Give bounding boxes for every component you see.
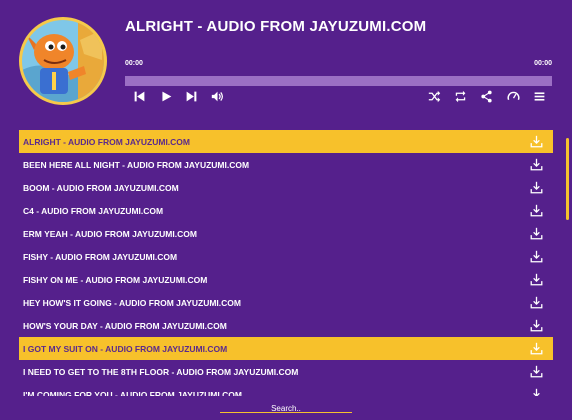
playlist-item-title: ALRIGHT - AUDIO FROM JAYUZUMI.COM [23, 136, 191, 147]
playlist-item-title: I GOT MY SUIT ON - AUDIO FROM JAYUZUMI.C… [23, 343, 228, 354]
playlist-item-title: ERM YEAH - AUDIO FROM JAYUZUMI.COM [23, 228, 197, 239]
next-button[interactable] [184, 89, 198, 103]
playlist-item[interactable]: FISHY - AUDIO FROM JAYUZUMI.COM [19, 245, 553, 268]
playlist-item-title: C4 - AUDIO FROM JAYUZUMI.COM [23, 205, 164, 216]
playlist-item-title: HEY HOW'S IT GOING - AUDIO FROM JAYUZUMI… [23, 297, 241, 308]
search-box [220, 398, 352, 416]
playlist-item-title: I NEED TO GET TO THE 8TH FLOOR - AUDIO F… [23, 366, 299, 377]
playlist-item[interactable]: HOW'S YOUR DAY - AUDIO FROM JAYUZUMI.COM [19, 314, 553, 337]
play-button[interactable] [159, 89, 173, 103]
download-icon[interactable] [530, 227, 543, 240]
shuffle-button[interactable] [427, 89, 441, 103]
current-time: 00:00 [125, 60, 143, 67]
playlist-menu-button[interactable] [532, 89, 546, 103]
download-icon[interactable] [530, 296, 543, 309]
playlist-item-title: BEEN HERE ALL NIGHT - AUDIO FROM JAYUZUM… [23, 159, 250, 170]
playlist-item-title: FISHY - AUDIO FROM JAYUZUMI.COM [23, 251, 178, 262]
album-cover [19, 17, 107, 105]
playlist-item-title: FISHY ON ME - AUDIO FROM JAYUZUMI.COM [23, 274, 208, 285]
download-icon[interactable] [530, 319, 543, 332]
playlist-item-title: BOOM - AUDIO FROM JAYUZUMI.COM [23, 182, 179, 193]
playlist-item-title: I'M COMING FOR YOU - AUDIO FROM JAYUZUMI… [23, 389, 242, 397]
menu-icon [534, 91, 544, 101]
shuffle-icon [428, 90, 440, 102]
download-icon[interactable] [530, 273, 543, 286]
progress-bar[interactable] [125, 76, 552, 86]
speedometer-icon [506, 91, 520, 100]
playlist-scrollbar[interactable] [566, 138, 569, 220]
speed-button[interactable] [506, 89, 520, 103]
play-icon [161, 91, 171, 101]
playlist-item[interactable]: ERM YEAH - AUDIO FROM JAYUZUMI.COM [19, 222, 553, 245]
download-icon[interactable] [530, 181, 543, 194]
previous-icon [134, 91, 144, 101]
now-playing-title: ALRIGHT - AUDIO FROM JAYUZUMI.COM [125, 18, 427, 35]
playlist-item-title: HOW'S YOUR DAY - AUDIO FROM JAYUZUMI.COM [23, 320, 227, 331]
share-icon [480, 90, 492, 102]
volume-button[interactable] [210, 89, 224, 103]
playlist-item[interactable]: I GOT MY SUIT ON - AUDIO FROM JAYUZUMI.C… [19, 337, 553, 360]
previous-button[interactable] [132, 89, 146, 103]
playlist: ALRIGHT - AUDIO FROM JAYUZUMI.COM BEEN HE… [19, 130, 553, 396]
playlist-item[interactable]: FISHY ON ME - AUDIO FROM JAYUZUMI.COM [19, 268, 553, 291]
playlist-item[interactable]: I NEED TO GET TO THE 8TH FLOOR - AUDIO F… [19, 360, 553, 383]
playlist-item[interactable]: BEEN HERE ALL NIGHT - AUDIO FROM JAYUZUM… [19, 153, 553, 176]
search-input[interactable] [220, 401, 352, 416]
playlist-item[interactable]: ALRIGHT - AUDIO FROM JAYUZUMI.COM [19, 130, 553, 153]
duration-time: 00:00 [534, 60, 552, 67]
repeat-button[interactable] [453, 89, 467, 103]
volume-icon [211, 91, 223, 101]
playlist-item[interactable]: HEY HOW'S IT GOING - AUDIO FROM JAYUZUMI… [19, 291, 553, 314]
repeat-icon [455, 90, 465, 102]
download-icon[interactable] [530, 388, 543, 396]
playlist-item[interactable]: BOOM - AUDIO FROM JAYUZUMI.COM [19, 176, 553, 199]
share-button[interactable] [479, 89, 493, 103]
playlist-item[interactable]: I'M COMING FOR YOU - AUDIO FROM JAYUZUMI… [19, 383, 553, 396]
playlist-item[interactable]: C4 - AUDIO FROM JAYUZUMI.COM [19, 199, 553, 222]
download-icon[interactable] [530, 342, 543, 355]
download-icon[interactable] [530, 204, 543, 217]
fishy-character-image [22, 20, 104, 102]
next-icon [186, 91, 196, 101]
download-icon[interactable] [530, 135, 543, 148]
download-icon[interactable] [530, 158, 543, 171]
download-icon[interactable] [530, 365, 543, 378]
download-icon[interactable] [530, 250, 543, 263]
